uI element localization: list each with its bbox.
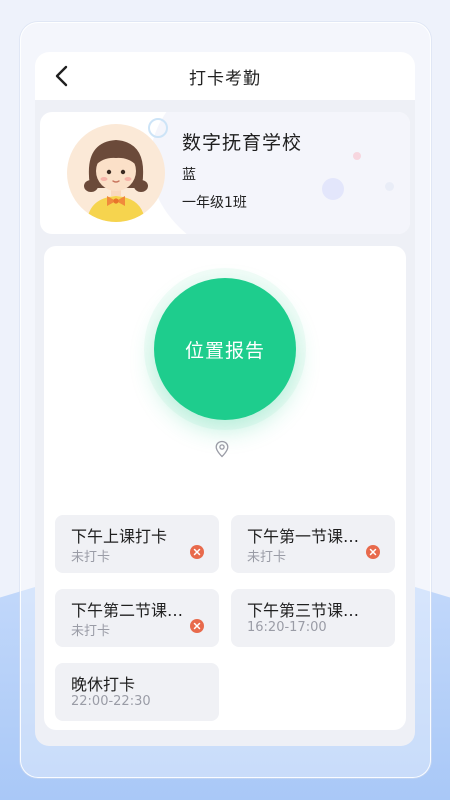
checkin-panel: 位置报告 下午上课打卡 未打卡 下午第一节课… 未打卡 下午第二节课… 未打卡 [44,246,406,730]
checkin-name: 下午第二节课… [71,601,184,620]
decorative-bubble [353,152,361,160]
checkin-status: 未打卡 [247,550,287,565]
checkin-tile-third-period[interactable]: 下午第三节课… 16:20-17:00 [231,589,395,647]
checkin-status: 未打卡 [71,624,111,639]
checkin-name: 下午上课打卡 [71,527,168,546]
location-report-label: 位置报告 [184,339,265,362]
checkin-name: 下午第一节课… [247,527,360,546]
decorative-bubble [148,118,168,138]
checkin-time: 22:00-22:30 [71,694,151,709]
school-name: 数字抚育学校 [182,132,303,154]
attendance-card: 打卡考勤 数字抚育学校 蓝 一年级1班 位置报告 下午上课打卡 未打卡 下午第一… [35,52,415,746]
checkin-name: 下午第三节课… [247,601,360,620]
location-report-button[interactable]: 位置报告 [154,278,296,420]
missed-x-icon [190,545,204,559]
checkin-tile-afternoon-class[interactable]: 下午上课打卡 未打卡 [55,515,219,573]
missed-x-icon [190,619,204,633]
header-bar: 打卡考勤 [35,52,415,100]
checkin-time: 16:20-17:00 [247,620,327,635]
map-pin-icon[interactable] [214,440,230,458]
checkin-status: 未打卡 [71,550,111,565]
checkin-tile-evening-rest[interactable]: 晚休打卡 22:00-22:30 [55,663,219,721]
page-title: 打卡考勤 [189,68,261,89]
chevron-left-icon [55,65,68,87]
class-name: 一年级1班 [182,195,247,211]
checkin-tile-second-period[interactable]: 下午第二节课… 未打卡 [55,589,219,647]
student-profile-card: 数字抚育学校 蓝 一年级1班 [40,112,410,234]
back-button[interactable] [49,64,73,88]
decorative-bubble [385,182,394,191]
checkin-name: 晚休打卡 [71,675,136,694]
checkin-tile-first-period[interactable]: 下午第一节课… 未打卡 [231,515,395,573]
student-name: 蓝 [182,167,196,183]
missed-x-icon [366,545,380,559]
avatar [67,124,165,222]
decorative-bubble [322,178,344,200]
